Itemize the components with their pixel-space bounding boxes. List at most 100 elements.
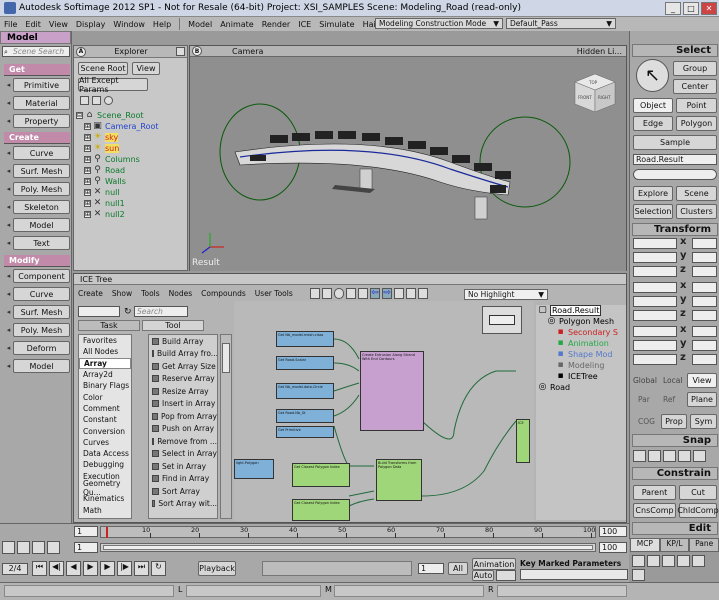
scene-button[interactable]: Scene: [676, 186, 717, 201]
create-text-button[interactable]: Text: [13, 236, 70, 250]
menu-edit[interactable]: Edit: [25, 20, 41, 29]
transform-step-field[interactable]: [692, 354, 717, 365]
transform-field-z[interactable]: [633, 310, 677, 321]
tool-item[interactable]: Set in Array: [149, 460, 217, 473]
stack-node-polygon-mesh[interactable]: ◎ Polygon Mesh: [536, 316, 626, 327]
get-primitive-button[interactable]: Primitive: [13, 78, 70, 92]
stack-node-shape-mod[interactable]: ▪ Shape Mod: [536, 349, 626, 360]
task-item-favorites[interactable]: Favorites: [79, 335, 131, 346]
ice-graph-canvas[interactable]: Get Nb_model.mesh.class Get Road.Scalar Ge…: [234, 301, 534, 521]
range-start-field[interactable]: 1: [74, 542, 98, 553]
explorer-node-scene-root[interactable]: ⊟ ⌂ Scene_Root: [76, 110, 186, 121]
transform-step-field[interactable]: [692, 266, 717, 277]
chevron-left-icon[interactable]: ◂: [4, 287, 13, 301]
graph-navigator[interactable]: [482, 306, 522, 334]
group-button[interactable]: Group: [673, 61, 717, 76]
expand-icon[interactable]: ⊞: [84, 189, 91, 196]
transform-step-field[interactable]: [692, 326, 717, 337]
menu-animate[interactable]: Animate: [220, 20, 254, 29]
chevron-left-icon[interactable]: ◂: [4, 146, 13, 160]
timeline-start-field[interactable]: 1: [74, 526, 98, 537]
explorer-node-null2[interactable]: ⊞ ✕ null2: [76, 209, 186, 220]
transform-step-field[interactable]: [692, 282, 717, 293]
menu-window[interactable]: Window: [113, 20, 145, 29]
task-item-math[interactable]: Math: [79, 504, 131, 515]
ref-toggle[interactable]: Ref: [663, 395, 675, 404]
tool-item[interactable]: Reserve Array: [149, 373, 217, 386]
minimize-button[interactable]: _: [665, 2, 681, 15]
settings-icon[interactable]: [406, 288, 416, 299]
object-button[interactable]: Object: [633, 98, 673, 113]
transform-field-z[interactable]: [633, 354, 677, 365]
chevron-left-icon[interactable]: ◂: [4, 96, 13, 110]
chevron-left-icon[interactable]: ◂: [4, 269, 13, 283]
explorer-node-sun[interactable]: ⊞ ☀ sun: [76, 143, 186, 154]
chevron-left-icon[interactable]: ◂: [4, 114, 13, 128]
menu-display[interactable]: Display: [76, 20, 106, 29]
task-item-constant[interactable]: Constant: [79, 414, 131, 425]
graph-node-get-road-nb-st[interactable]: Get Road.Nb_St: [276, 409, 334, 423]
arrow-right-icon[interactable]: ⇨: [382, 288, 392, 299]
expand-icon[interactable]: ⊞: [84, 178, 91, 185]
transform-step-field[interactable]: [692, 238, 717, 249]
tab-kpl[interactable]: KP/L: [659, 538, 690, 552]
task-item-data-access[interactable]: Data Access: [79, 448, 131, 459]
expand-icon[interactable]: ⊞: [84, 167, 91, 174]
maximize-icon[interactable]: [176, 47, 185, 56]
stack-node-road-result[interactable]: ▢ Road.Result: [536, 305, 626, 316]
selection-field[interactable]: Road.Result: [633, 154, 717, 165]
explorer-node-null[interactable]: ⊞ ✕ null: [76, 187, 186, 198]
globe-icon[interactable]: [32, 541, 45, 554]
lock-icon[interactable]: [80, 96, 89, 105]
prev-frame-icon[interactable]: ◀: [66, 561, 81, 576]
explorer-filter-button[interactable]: All Except Params: [78, 76, 148, 94]
tool-item[interactable]: Sort Array wit...: [149, 498, 217, 511]
loop-icon[interactable]: ↻: [151, 561, 166, 576]
transform-header[interactable]: Transform: [632, 223, 718, 236]
edit-header[interactable]: Edit: [632, 522, 718, 535]
transform-field-x[interactable]: [633, 326, 677, 337]
select-header[interactable]: Select: [632, 44, 718, 57]
chevron-left-icon[interactable]: ◂: [4, 323, 13, 337]
explorer-node-road[interactable]: ⊞ ⚲ Road: [76, 165, 186, 176]
plane-toggle[interactable]: Plane: [687, 392, 717, 407]
delete-icon[interactable]: [677, 555, 690, 567]
last-frame-icon[interactable]: ⏭: [134, 561, 149, 576]
explorer-node-columns[interactable]: ⊞ ⚲ Columns: [76, 154, 186, 165]
menu-model[interactable]: Model: [188, 20, 212, 29]
expand-icon[interactable]: ⊞: [84, 156, 91, 163]
chevron-left-icon[interactable]: ◂: [4, 341, 13, 355]
local-toggle[interactable]: Local: [663, 376, 682, 385]
ice-menu-show[interactable]: Show: [112, 289, 132, 298]
highlight-dropdown[interactable]: No Highlight ▼: [464, 289, 548, 300]
chevron-left-icon[interactable]: ◂: [4, 164, 13, 178]
graph-node-get-closest-polygon-index[interactable]: Get Closest Polygon Index: [292, 499, 350, 521]
global-toggle[interactable]: Global: [633, 376, 657, 385]
expand-icon[interactable]: ⊞: [84, 211, 91, 218]
ice-menu-compounds[interactable]: Compounds: [201, 289, 246, 298]
render-icon[interactable]: [47, 541, 60, 554]
auto-key-button[interactable]: Auto: [472, 570, 494, 581]
sample-button[interactable]: Sample: [633, 135, 717, 150]
arrow-left-icon[interactable]: ⇦: [370, 288, 380, 299]
cut-button[interactable]: Cut: [679, 485, 717, 500]
transform-step-field[interactable]: [692, 296, 717, 307]
graph-node-create-extrusion-along-strand-with-end-contours[interactable]: Create Extrusion Along Strand With End C…: [360, 351, 424, 431]
chevron-left-icon[interactable]: ◂: [4, 305, 13, 319]
ice-search-input[interactable]: Search: [134, 306, 188, 317]
task-item-geometry-qu[interactable]: Geometry Qu...: [79, 479, 131, 497]
prev-key-icon[interactable]: ◀|: [49, 561, 64, 576]
snap-header[interactable]: Snap: [632, 434, 718, 447]
explorer-scope-button[interactable]: Scene Root: [78, 62, 128, 75]
undo-icon[interactable]: [632, 555, 645, 567]
modify-deform-button[interactable]: Deform: [13, 341, 70, 355]
prop-button[interactable]: Prop: [661, 414, 687, 429]
par-toggle[interactable]: Par: [638, 395, 650, 404]
menu-file[interactable]: File: [4, 20, 17, 29]
chevron-left-icon[interactable]: ◂: [4, 78, 13, 92]
hand-icon[interactable]: [17, 541, 30, 554]
center-button[interactable]: Center: [673, 79, 717, 94]
range-end-field[interactable]: 100: [599, 542, 627, 553]
redo-icon[interactable]: [647, 555, 660, 567]
explorer-node-sky[interactable]: ⊞ ☀ sky: [76, 132, 186, 143]
